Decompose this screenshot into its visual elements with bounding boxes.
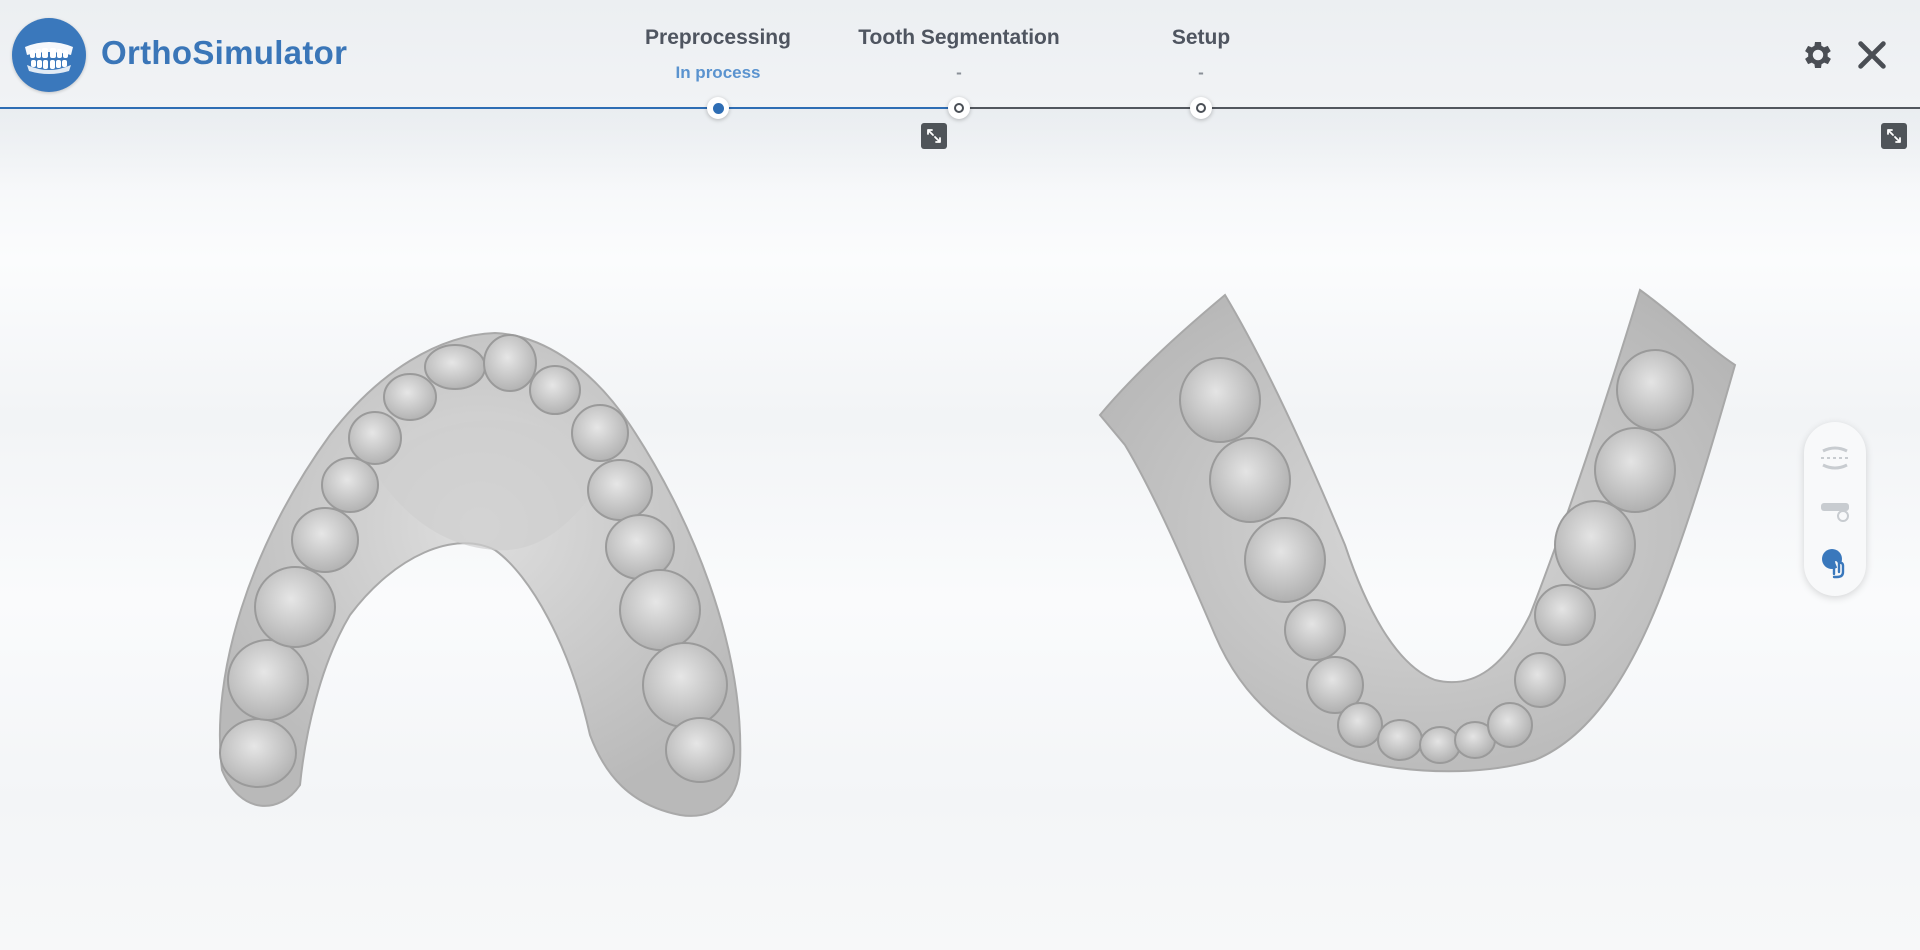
step-setup-label[interactable]: Setup: [1172, 26, 1230, 50]
gum-trim-icon[interactable]: [1815, 490, 1855, 530]
lower-jaw-viewport[interactable]: [1095, 285, 1755, 785]
gear-icon[interactable]: [1799, 36, 1837, 74]
step-tooth-segmentation-label[interactable]: Tooth Segmentation: [858, 26, 1059, 50]
step-preprocessing-node[interactable]: [707, 97, 729, 119]
expand-icon[interactable]: [921, 123, 947, 149]
step-preprocessing-status: In process: [675, 63, 761, 82]
expand-icon[interactable]: [1881, 123, 1907, 149]
top-bar-shadow: [0, 108, 1920, 188]
tool-palette: [1804, 422, 1866, 596]
upper-jaw-viewport[interactable]: [210, 315, 750, 825]
step-setup-node[interactable]: [1190, 97, 1212, 119]
progress-track-pending: [959, 107, 1920, 109]
step-tooth-segmentation-status: -: [956, 63, 962, 82]
step-preprocessing-label[interactable]: Preprocessing: [645, 26, 791, 50]
occlusion-plane-icon[interactable]: [1815, 438, 1855, 478]
teeth-logo-icon: [12, 18, 86, 92]
step-tooth-segmentation-node[interactable]: [948, 97, 970, 119]
close-icon[interactable]: [1853, 36, 1891, 74]
touch-select-icon[interactable]: [1815, 542, 1855, 582]
progress-track-done: [0, 107, 959, 109]
app-title: OrthoSimulator: [101, 34, 348, 71]
step-setup-status: -: [1198, 63, 1204, 82]
